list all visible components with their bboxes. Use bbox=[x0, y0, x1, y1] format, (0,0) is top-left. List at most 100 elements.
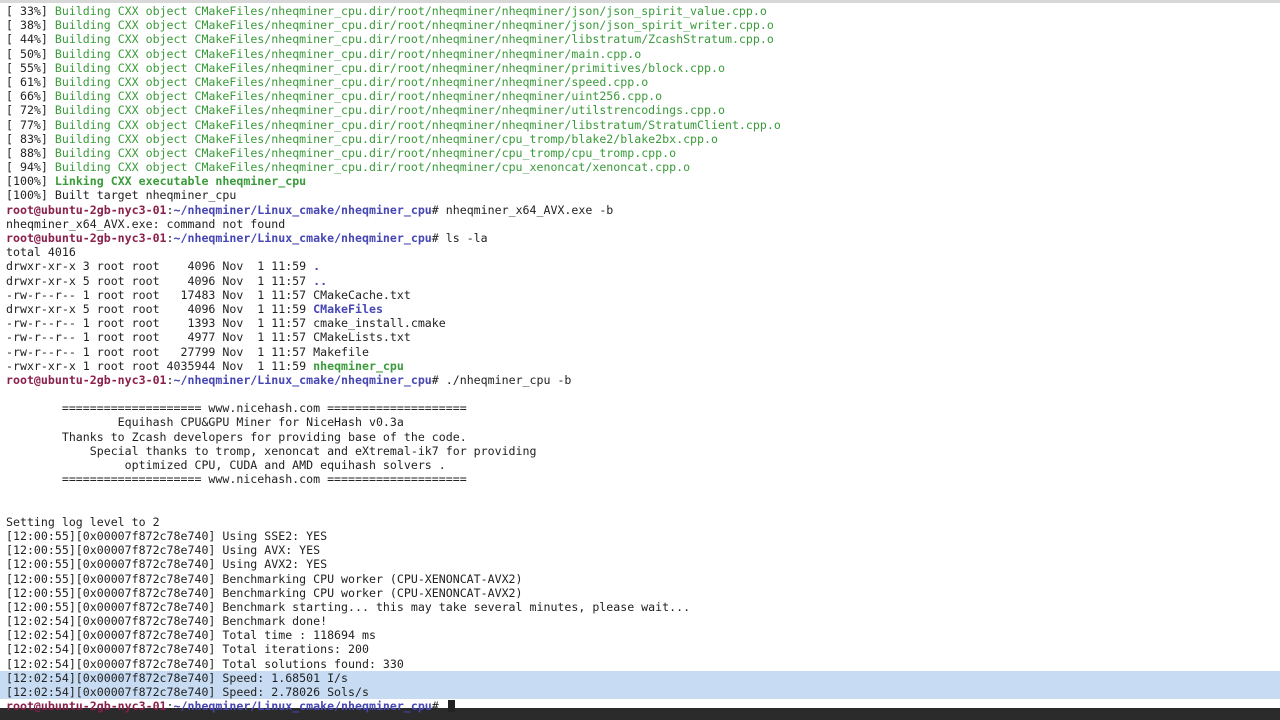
log-text: [12:00:55][0x00007f872c78e740] Benchmark… bbox=[6, 571, 523, 586]
build-line: [ 72%] Building CXX object CMakeFiles/nh… bbox=[6, 103, 1280, 117]
build-line: [ 44%] Building CXX object CMakeFiles/nh… bbox=[6, 32, 1280, 46]
terminal-window[interactable]: [ 33%] Building CXX object CMakeFiles/nh… bbox=[0, 0, 1280, 720]
build-percent: [ 50%] bbox=[6, 46, 55, 61]
text-cursor[interactable] bbox=[447, 700, 455, 713]
speed-text: [12:02:54][0x00007f872c78e740] Speed: 1.… bbox=[6, 670, 349, 685]
log-text: [12:00:55][0x00007f872c78e740] Benchmark… bbox=[6, 599, 691, 614]
log-text: [12:00:55][0x00007f872c78e740] Benchmark… bbox=[6, 585, 523, 600]
error-text: nheqminer_x64_AVX.exe: command not found bbox=[6, 216, 286, 231]
log-text: [12:02:54][0x00007f872c78e740] Total sol… bbox=[6, 656, 404, 671]
prompt-symbol: # bbox=[431, 372, 446, 387]
build-line: [ 66%] Building CXX object CMakeFiles/nh… bbox=[6, 89, 1280, 103]
build-step-text: Building CXX object CMakeFiles/nheqminer… bbox=[54, 89, 663, 104]
log-line: [12:00:55][0x00007f872c78e740] Using AVX… bbox=[6, 557, 1280, 571]
terminal-output[interactable]: [ 33%] Building CXX object CMakeFiles/nh… bbox=[0, 4, 1280, 714]
prompt-path: ~/nheqminer/Linux_cmake/nheqminer_cpu bbox=[173, 699, 432, 714]
prompt-line: root@ubuntu-2gb-nyc3-01:~/nheqminer/Linu… bbox=[6, 231, 1280, 245]
prompt-user-host: root@ubuntu-2gb-nyc3-01 bbox=[6, 231, 167, 245]
banner-line: optimized CPU, CUDA and AMD equihash sol… bbox=[6, 458, 1280, 472]
build-step-text: Building CXX object CMakeFiles/nheqminer… bbox=[54, 60, 725, 75]
ls-filename: CMakeCache.txt bbox=[313, 287, 411, 302]
log-line: [12:02:54][0x00007f872c78e740] Total tim… bbox=[6, 628, 1280, 642]
build-line: [ 77%] Building CXX object CMakeFiles/nh… bbox=[6, 118, 1280, 132]
prompt-path: ~/nheqminer/Linux_cmake/nheqminer_cpu bbox=[173, 372, 432, 387]
command-text: ls -la bbox=[445, 231, 488, 245]
banner-line: ==================== www.nicehash.com ==… bbox=[6, 401, 1280, 415]
speed-line: [12:02:54][0x00007f872c78e740] Speed: 1.… bbox=[0, 670, 1280, 686]
build-line: [ 50%] Building CXX object CMakeFiles/nh… bbox=[6, 47, 1280, 61]
ls-meta: -rw-r--r-- 1 root root 1393 Nov 1 11:57 bbox=[6, 316, 314, 331]
banner-text: ==================== www.nicehash.com ==… bbox=[6, 472, 467, 487]
top-border bbox=[0, 0, 1280, 3]
prompt-separator: : bbox=[166, 231, 174, 245]
build-percent: [ 44%] bbox=[6, 32, 55, 47]
log-text: [12:00:55][0x00007f872c78e740] Using AVX… bbox=[6, 557, 328, 572]
prompt-line: root@ubuntu-2gb-nyc3-01:~/nheqminer/Linu… bbox=[6, 373, 1280, 387]
banner-line: Special thanks to tromp, xenoncat and eX… bbox=[6, 444, 1280, 458]
banner-text: Thanks to Zcash developers for providing… bbox=[6, 429, 467, 444]
ls-filename: CMakeLists.txt bbox=[313, 330, 411, 345]
ls-row: -rw-r--r-- 1 root root 4977 Nov 1 11:57 … bbox=[6, 330, 1280, 344]
log-text: [12:02:54][0x00007f872c78e740] Total ite… bbox=[6, 642, 369, 657]
build-percent: [ 55%] bbox=[6, 60, 55, 75]
log-line: [12:02:54][0x00007f872c78e740] Total sol… bbox=[6, 657, 1280, 671]
log-text: [12:00:55][0x00007f872c78e740] Using AVX… bbox=[6, 543, 321, 558]
built-target-text: [100%] Built target nheqminer_cpu bbox=[6, 188, 237, 203]
prompt-symbol: # bbox=[431, 699, 446, 714]
build-line: [ 83%] Building CXX object CMakeFiles/nh… bbox=[6, 132, 1280, 146]
prompt-separator: : bbox=[166, 372, 174, 387]
build-step-text: Building CXX object CMakeFiles/nheqminer… bbox=[54, 117, 781, 132]
build-percent: [ 94%] bbox=[6, 160, 55, 175]
banner-text: ==================== www.nicehash.com ==… bbox=[6, 401, 467, 416]
ls-total: total 4016 bbox=[6, 245, 76, 260]
prompt-path: ~/nheqminer/Linux_cmake/nheqminer_cpu bbox=[173, 231, 432, 245]
prompt-separator: : bbox=[166, 699, 174, 714]
prompt-symbol: # bbox=[431, 202, 446, 217]
build-step-text: Building CXX object CMakeFiles/nheqminer… bbox=[54, 74, 649, 89]
ls-filename: CMakeFiles bbox=[313, 301, 383, 316]
build-line: [ 38%] Building CXX object CMakeFiles/nh… bbox=[6, 18, 1280, 32]
build-line: [ 88%] Building CXX object CMakeFiles/nh… bbox=[6, 146, 1280, 160]
prompt-line: root@ubuntu-2gb-nyc3-01:~/nheqminer/Linu… bbox=[6, 203, 1280, 217]
log-text: Setting log level to 2 bbox=[6, 514, 160, 529]
log-line: [12:00:55][0x00007f872c78e740] Benchmark… bbox=[6, 586, 1280, 600]
prompt-user-host: root@ubuntu-2gb-nyc3-01 bbox=[6, 699, 167, 714]
log-line: [12:00:55][0x00007f872c78e740] Benchmark… bbox=[6, 572, 1280, 586]
build-step-text: Building CXX object CMakeFiles/nheqminer… bbox=[54, 46, 642, 61]
build-step-text: Building CXX object CMakeFiles/nheqminer… bbox=[54, 18, 774, 33]
build-percent: [ 38%] bbox=[6, 18, 55, 33]
build-percent: [ 83%] bbox=[6, 131, 55, 146]
build-step-text: Building CXX object CMakeFiles/nheqminer… bbox=[54, 145, 677, 160]
ls-filename: Makefile bbox=[313, 344, 369, 359]
build-step-text: Building CXX object CMakeFiles/nheqminer… bbox=[54, 160, 691, 175]
ls-meta: -rwxr-xr-x 1 root root 4035944 Nov 1 11:… bbox=[6, 358, 314, 373]
build-step-text: Building CXX object CMakeFiles/nheqminer… bbox=[54, 4, 767, 18]
build-step-text: Building CXX object CMakeFiles/nheqminer… bbox=[54, 103, 725, 118]
link-step-text: Linking CXX executable nheqminer_cpu bbox=[54, 174, 307, 189]
ls-total-line: total 4016 bbox=[6, 245, 1280, 259]
banner-text: Special thanks to tromp, xenoncat and eX… bbox=[6, 443, 537, 458]
built-target-line: [100%] Built target nheqminer_cpu bbox=[6, 188, 1280, 202]
ls-filename: .. bbox=[313, 273, 328, 288]
ls-meta: drwxr-xr-x 5 root root 4096 Nov 1 11:57 bbox=[6, 273, 314, 288]
log-line: [12:02:54][0x00007f872c78e740] Benchmark… bbox=[6, 614, 1280, 628]
banner-text: Equihash CPU&GPU Miner for NiceHash v0.3… bbox=[6, 415, 404, 430]
ls-meta: -rw-r--r-- 1 root root 4977 Nov 1 11:57 bbox=[6, 330, 314, 345]
build-step-text: Building CXX object CMakeFiles/nheqminer… bbox=[54, 32, 774, 47]
banner-text: optimized CPU, CUDA and AMD equihash sol… bbox=[6, 458, 446, 472]
build-percent: [ 33%] bbox=[6, 4, 55, 18]
command-text: ./nheqminer_cpu -b bbox=[445, 372, 572, 387]
log-text: [12:02:54][0x00007f872c78e740] Total tim… bbox=[6, 628, 376, 643]
build-percent: [ 88%] bbox=[6, 145, 55, 160]
ls-row: drwxr-xr-x 5 root root 4096 Nov 1 11:59 … bbox=[6, 302, 1280, 316]
command-text: nheqminer_x64_AVX.exe -b bbox=[445, 202, 614, 217]
banner-line: Thanks to Zcash developers for providing… bbox=[6, 430, 1280, 444]
ls-meta: -rw-r--r-- 1 root root 17483 Nov 1 11:57 bbox=[6, 287, 314, 302]
ls-row: drwxr-xr-x 3 root root 4096 Nov 1 11:59 … bbox=[6, 259, 1280, 273]
ls-meta: -rw-r--r-- 1 root root 27799 Nov 1 11:57 bbox=[6, 344, 314, 359]
speed-line: [12:02:54][0x00007f872c78e740] Speed: 2.… bbox=[0, 685, 1280, 700]
log-line: [12:00:55][0x00007f872c78e740] Using SSE… bbox=[6, 529, 1280, 543]
